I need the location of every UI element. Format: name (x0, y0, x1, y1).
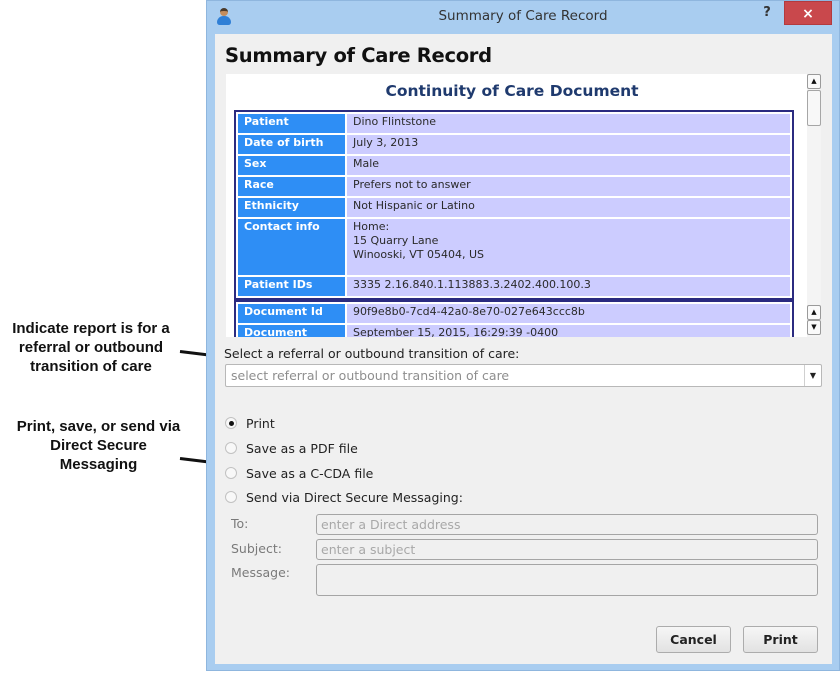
patient-info-table: Patient Dino Flintstone Date of birth July … (234, 110, 794, 300)
table-row: Sex Male (238, 156, 790, 175)
output-option-label: Print (246, 415, 275, 431)
radio-unchecked-icon[interactable] (225, 442, 237, 454)
annotation-output-options: Print, save, or send via Direct Secure M… (16, 418, 181, 473)
radio-unchecked-icon[interactable] (225, 491, 237, 503)
chevron-down-icon[interactable]: ▼ (804, 365, 821, 386)
to-label: To: (231, 516, 249, 531)
scroll-page-up-icon[interactable]: ▲ (807, 305, 821, 320)
referral-label: Select a referral or outbound transition… (224, 346, 520, 361)
output-option-radio[interactable]: Send via Direct Secure Messaging: (225, 488, 463, 506)
row-value: September 15, 2015, 16:29:39 -0400 (347, 325, 790, 337)
message-field[interactable] (316, 564, 818, 596)
message-label: Message: (231, 565, 290, 580)
output-option-label: Send via Direct Secure Messaging: (246, 489, 463, 505)
help-button[interactable]: ? (757, 3, 777, 23)
row-key: Date of birth (238, 135, 345, 154)
to-field-placeholder: enter a Direct address (321, 517, 461, 532)
row-value: Home: 15 Quarry Lane Winooski, VT 05404,… (347, 219, 790, 275)
dialog-body: Summary of Care Record Continuity of Car… (215, 34, 832, 664)
row-value: Dino Flintstone (347, 114, 790, 133)
row-value: 90f9e8b0-7cd4-42a0-8e70-027e643ccc8b (347, 304, 790, 323)
title-bar[interactable]: Summary of Care Record ? × (207, 1, 839, 34)
document-info-table: Document Id 90f9e8b0-7cd4-42a0-8e70-027e6… (234, 300, 794, 337)
row-value: Male (347, 156, 790, 175)
output-option-radio[interactable]: Save as a C-CDA file (225, 464, 373, 482)
document-scrollbar[interactable]: ▲ ▲ ▼ (807, 74, 821, 337)
row-value: Prefers not to answer (347, 177, 790, 196)
subject-field-placeholder: enter a subject (321, 542, 416, 557)
table-row: Race Prefers not to answer (238, 177, 790, 196)
print-button[interactable]: Print (743, 626, 818, 653)
scroll-down-icon[interactable]: ▼ (807, 320, 821, 335)
subject-label: Subject: (231, 541, 282, 556)
row-value: Not Hispanic or Latino (347, 198, 790, 217)
document-title: Continuity of Care Document (385, 82, 639, 100)
table-row: Patient Dino Flintstone (238, 114, 790, 133)
row-key: Document (238, 325, 345, 337)
annotation-referral: Indicate report is for a referral or out… (12, 320, 170, 375)
table-row: Document Id 90f9e8b0-7cd4-42a0-8e70-027e6… (238, 304, 790, 323)
window-title: Summary of Care Record (438, 8, 608, 24)
row-key: Sex (238, 156, 345, 175)
summary-of-care-dialog: Summary of Care Record ? × Summary of Ca… (206, 0, 840, 671)
scroll-up-icon[interactable]: ▲ (807, 74, 821, 89)
table-row: Ethnicity Not Hispanic or Latino (238, 198, 790, 217)
output-option-radio[interactable]: Print (225, 414, 275, 432)
radio-unchecked-icon[interactable] (225, 467, 237, 479)
output-option-label: Save as a C-CDA file (246, 465, 374, 481)
table-row: Patient IDs 3335 2.16.840.1.113883.3.2402… (238, 277, 790, 296)
scrollbar-thumb[interactable] (807, 90, 821, 126)
output-option-radio[interactable]: Save as a PDF file (225, 439, 358, 457)
row-value: July 3, 2013 (347, 135, 790, 154)
referral-select[interactable]: select referral or outbound transition o… (225, 364, 822, 387)
row-key: Document Id (238, 304, 345, 323)
row-key: Patient (238, 114, 345, 133)
row-key: Patient IDs (238, 277, 345, 296)
row-key: Contact info (238, 219, 345, 275)
close-button[interactable]: × (784, 1, 832, 25)
table-row: Contact info Home: 15 Quarry Lane Winoosk… (238, 219, 790, 275)
cancel-button[interactable]: Cancel (656, 626, 731, 653)
radio-checked-icon[interactable] (225, 417, 237, 429)
referral-select-placeholder: select referral or outbound transition o… (231, 368, 510, 383)
row-key: Race (238, 177, 345, 196)
subject-field[interactable]: enter a subject (316, 539, 818, 560)
row-key: Ethnicity (238, 198, 345, 217)
table-row: Document September 15, 2015, 16:29:39 -04… (238, 325, 790, 337)
to-field[interactable]: enter a Direct address (316, 514, 818, 535)
page-title: Summary of Care Record (225, 44, 492, 67)
output-option-label: Save as a PDF file (246, 440, 358, 456)
row-value: 3335 2.16.840.1.113883.3.2402.400.100.3 (347, 277, 790, 296)
table-row: Date of birth July 3, 2013 (238, 135, 790, 154)
document-viewer[interactable]: Continuity of Care Document Patient Dino … (226, 74, 821, 337)
